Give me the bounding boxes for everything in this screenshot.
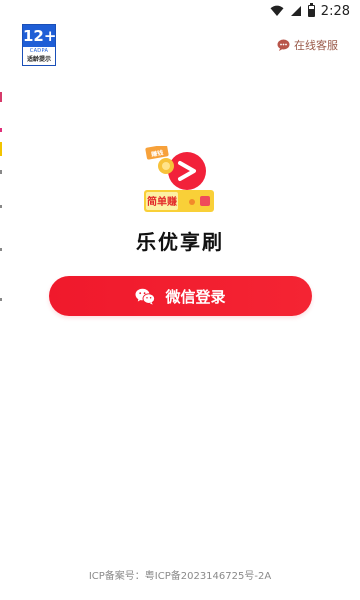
wechat-icon (135, 288, 156, 305)
online-service-label: 在线客服 (294, 39, 338, 52)
edge-mark (0, 92, 2, 102)
age-rating-org: CADPA (29, 48, 49, 54)
wechat-login-label: 微信登录 (165, 287, 226, 306)
icp-record-text: ICP备案号：粤ICP备2023146725号-2A (88, 571, 272, 582)
app-logo: 赚钱 简单赚 (144, 144, 216, 216)
status-icons: 2:28 (270, 2, 350, 19)
edge-mark (0, 142, 2, 156)
battery-icon (307, 2, 315, 17)
age-rating: 12+ (23, 25, 57, 47)
status-time: 2:28 (320, 3, 350, 19)
logo-banner-text: 简单赚 (147, 195, 177, 208)
app-logo-graphic: 赚钱 简单赚 (144, 144, 214, 212)
app-name: 乐优享刷 (136, 230, 224, 254)
age-rating-badge: 12+ CADPA 适龄提示 (22, 24, 56, 66)
edge-mark (0, 298, 2, 301)
wechat-login-button[interactable]: 微信登录 (49, 276, 312, 316)
edge-mark (0, 128, 2, 132)
edge-mark (0, 170, 2, 174)
signal-icon (290, 6, 301, 16)
status-bar: 2:28 (0, 0, 360, 22)
edge-mark (0, 205, 2, 208)
wifi-icon (270, 5, 284, 16)
chat-bubble-icon (277, 39, 290, 51)
online-service-link[interactable]: 在线客服 (277, 37, 338, 53)
age-rating-hint: 适龄提示 (26, 56, 51, 63)
